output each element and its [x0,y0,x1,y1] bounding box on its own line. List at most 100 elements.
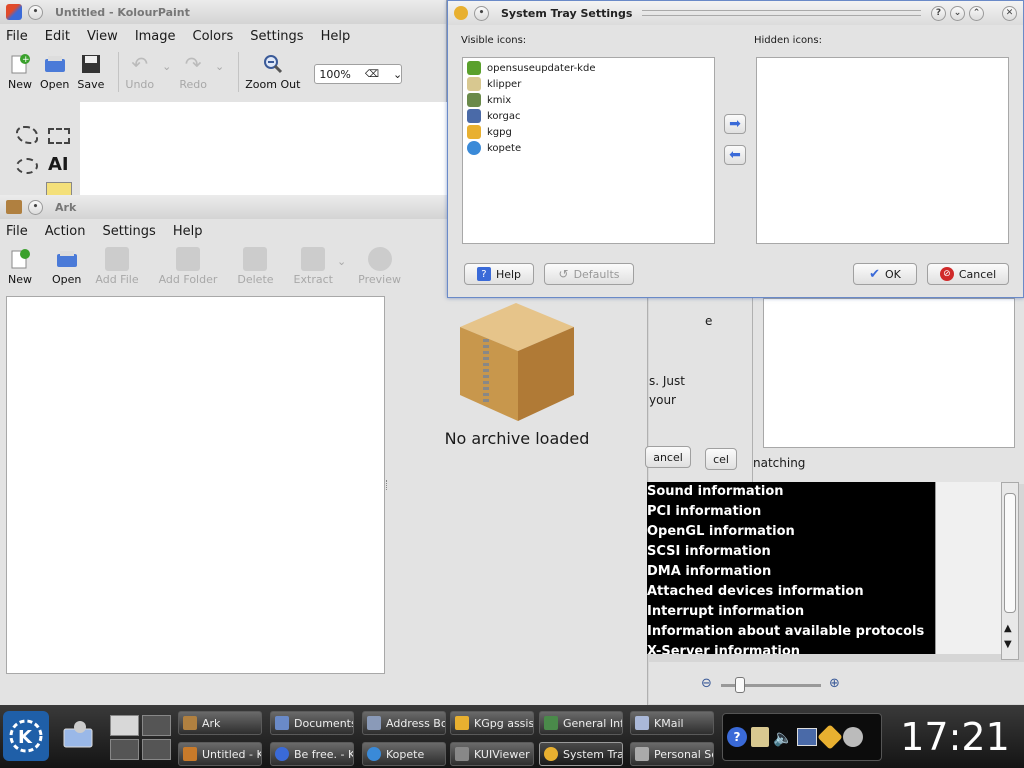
menu-file[interactable]: File [6,29,28,44]
taskbar-item-general-info[interactable]: General Inf [539,711,623,735]
device-notifier-icon[interactable] [58,719,98,755]
kinfo-list[interactable]: Sound information PCI information OpenGL… [647,482,935,654]
splitter-handle[interactable] [386,480,389,490]
taskbar-item-system-tray[interactable]: System Tra [539,742,623,766]
kgpg-icon[interactable] [817,724,843,750]
redo-dropdown[interactable]: ⌄ [215,60,224,73]
pager-desktop-3[interactable] [110,739,139,760]
menu-file[interactable]: File [6,224,28,239]
menu-view[interactable]: View [87,29,118,44]
window-menu-button[interactable]: • [474,5,489,21]
redo-button[interactable]: ↷ Redo [179,52,207,91]
clear-icon[interactable]: ⌫ [365,69,379,80]
pager-desktop-1[interactable] [110,715,139,736]
delete-button[interactable]: Delete [237,247,274,286]
ok-button[interactable]: ✔ OK [853,263,917,285]
undo-button[interactable]: ↶ Undo [125,52,154,91]
pencil-tool-icon[interactable] [46,182,72,196]
taskbar-item-konqueror[interactable]: Be free. - K [270,742,354,766]
clock[interactable]: 17:21 [888,715,1022,759]
ellipse-select-tool-icon[interactable] [16,158,38,174]
free-select-tool-icon[interactable] [16,126,38,144]
taskbar-item-kuiviewer[interactable]: KUIViewer [450,742,534,766]
window-menu-button[interactable]: • [28,199,43,215]
close-icon[interactable]: ✕ [1002,5,1017,21]
maximize-icon[interactable]: ⌃ [969,5,984,21]
zoom-in-small-icon[interactable]: ⊕ [829,676,840,691]
kinfo-item-interrupt[interactable]: Interrupt information [647,602,935,622]
kinfo-item-sound[interactable]: Sound information [647,482,935,502]
cancel-button[interactable]: ancel [645,446,691,468]
taskbar-item-ark[interactable]: Ark [178,711,262,735]
list-item[interactable]: kmix [463,92,714,108]
taskbar-item-kgpg[interactable]: KGpg assist [450,711,534,735]
scrollbar-thumb[interactable] [1004,493,1016,613]
kinfo-item-dma[interactable]: DMA information [647,562,935,582]
undo-dropdown[interactable]: ⌄ [162,60,171,73]
cancel-button[interactable]: ⊘ Cancel [927,263,1009,285]
kinfo-item-devices[interactable]: Attached devices information [647,582,935,602]
minimize-icon[interactable]: ⌄ [950,5,965,21]
chevron-down-icon[interactable]: ⌄ [393,68,402,81]
menu-settings[interactable]: Settings [250,29,303,44]
kinfo-item-opengl[interactable]: OpenGL information [647,522,935,542]
help-button[interactable]: ? Help [464,263,534,285]
window-menu-button[interactable]: • [28,4,43,20]
menu-colors[interactable]: Colors [193,29,234,44]
defaults-button[interactable]: ↺ Defaults [544,263,634,285]
kinfo-item-scsi[interactable]: SCSI information [647,542,935,562]
menu-help[interactable]: Help [173,224,203,239]
help-icon[interactable]: ? [931,5,946,21]
zoom-out-button[interactable]: Zoom Out [245,52,300,91]
kolourpaint-titlebar[interactable]: • Untitled - KolourPaint [0,0,446,24]
list-item[interactable]: kgpg [463,124,714,140]
menu-action[interactable]: Action [45,224,86,239]
list-item[interactable]: opensuseupdater-kde [463,60,714,76]
menu-edit[interactable]: Edit [45,29,70,44]
list-item[interactable]: korgac [463,108,714,124]
text-tool-icon[interactable]: AI [48,154,69,175]
kde-menu-button[interactable]: K [3,711,49,761]
list-item[interactable]: kopete [463,140,714,156]
list-item[interactable]: klipper [463,76,714,92]
taskbar-item-personal-settings[interactable]: Personal Se [630,742,714,766]
move-right-button[interactable]: ➡ [724,114,746,134]
zoom-combo[interactable]: 100% ⌫ ⌄ [314,64,403,84]
cancel-button[interactable]: cel [705,448,737,470]
speaker-icon[interactable]: 🔈 [773,728,793,747]
menu-image[interactable]: Image [135,29,176,44]
vertical-scrollbar[interactable]: ▲ ▼ [1001,482,1019,660]
systray-titlebar[interactable]: • System Tray Settings ? ⌄ ⌃ ✕ [448,1,1023,25]
new-button[interactable]: + New [8,52,32,91]
extract-dropdown[interactable]: ⌄ [337,255,346,268]
kopete-icon[interactable] [842,727,863,747]
korgac-icon[interactable] [796,728,817,746]
kolourpaint-canvas[interactable] [80,102,447,198]
kinfo-item-xserver[interactable]: X-Server information [647,642,935,654]
help-icon[interactable]: ? [727,727,747,747]
zoom-slider-handle[interactable] [735,677,745,693]
taskbar-item-kmail[interactable]: KMail [630,711,714,735]
taskbar-item-kolourpaint[interactable]: Untitled - K [178,742,262,766]
preview-button[interactable]: Preview [358,247,401,286]
chevron-down-icon[interactable]: ▼ [1004,639,1012,650]
open-button[interactable]: Open [52,247,81,286]
taskbar-item-documents[interactable]: Documents [270,711,354,735]
open-button[interactable]: Open [40,52,69,91]
taskbar-item-kopete[interactable]: Kopete [362,742,446,766]
chevron-up-icon[interactable]: ▲ [1004,623,1012,634]
new-button[interactable]: New [8,247,32,286]
fragment-list-box[interactable] [763,298,1015,448]
menu-settings[interactable]: Settings [102,224,155,239]
pager[interactable] [110,715,172,761]
zoom-out-small-icon[interactable]: ⊖ [701,676,712,691]
rect-select-tool-icon[interactable] [48,128,70,144]
taskbar-item-address-book[interactable]: Address Bo [362,711,446,735]
add-folder-button[interactable]: Add Folder [159,247,217,286]
hidden-icons-list[interactable] [756,57,1009,244]
kinfo-item-protocols[interactable]: Information about available protocols [647,622,935,642]
archive-contents-list[interactable] [6,296,385,674]
visible-icons-list[interactable]: opensuseupdater-kde klipper kmix korgac … [462,57,715,244]
extract-button[interactable]: Extract [294,247,333,286]
add-file-button[interactable]: Add File [95,247,139,286]
